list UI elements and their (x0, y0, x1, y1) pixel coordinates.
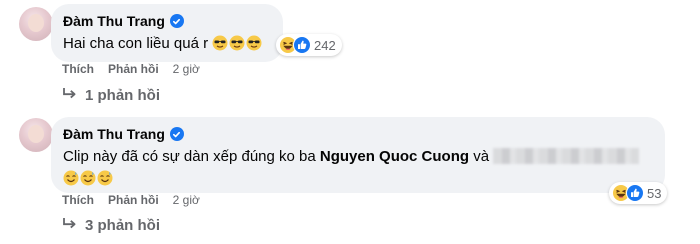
avatar[interactable] (19, 7, 53, 41)
reply-arrow-icon (62, 217, 77, 234)
like-link[interactable]: Thích (62, 62, 94, 76)
verified-badge-icon (169, 127, 184, 141)
comment-bubble: Đàm Thu Trang Hai cha con liều quá r (51, 4, 283, 62)
reaction-summary[interactable]: 53 (609, 182, 668, 204)
reaction-summary[interactable]: 242 (276, 34, 342, 56)
comment-author[interactable]: Đàm Thu Trang (63, 126, 165, 142)
like-link[interactable]: Thích (62, 193, 94, 207)
comment-text: Hai cha con liều quá r (63, 35, 209, 52)
blurred-mention (493, 148, 640, 164)
mention-link[interactable]: Nguyen Quoc Cuong (320, 148, 469, 165)
sweat-smile-emoji-icon (97, 170, 113, 192)
avatar[interactable] (19, 118, 53, 152)
reply-arrow-icon (62, 87, 77, 104)
sunglasses-emoji-icon (229, 35, 245, 57)
reaction-count: 53 (647, 185, 662, 201)
comment-actions: Thích Phản hồi 2 giờ (62, 62, 200, 76)
comment-bubble: Đàm Thu Trang Clip này đã có sự dàn xếp … (51, 117, 665, 193)
replies-count-label: 1 phản hồi (85, 87, 160, 104)
like-reaction-icon (626, 184, 644, 202)
timestamp[interactable]: 2 giờ (173, 193, 200, 207)
like-reaction-icon (293, 36, 311, 54)
reply-link[interactable]: Phản hồi (108, 193, 159, 207)
reaction-count: 242 (314, 37, 336, 53)
comment-actions: Thích Phản hồi 2 giờ (62, 193, 200, 207)
sweat-smile-emoji-icon (63, 170, 79, 192)
view-replies-link[interactable]: 1 phản hồi (62, 87, 160, 104)
comment-text: Clip này đã có sự dàn xếp đúng ko ba (63, 148, 320, 165)
replies-count-label: 3 phản hồi (85, 217, 160, 234)
comment-author[interactable]: Đàm Thu Trang (63, 13, 165, 29)
reply-link[interactable]: Phản hồi (108, 62, 159, 76)
timestamp[interactable]: 2 giờ (173, 62, 200, 76)
view-replies-link[interactable]: 3 phản hồi (62, 217, 160, 234)
sunglasses-emoji-icon (246, 35, 262, 57)
comment-text: và (469, 148, 490, 165)
sunglasses-emoji-icon (212, 35, 228, 57)
verified-badge-icon (169, 14, 184, 28)
sweat-smile-emoji-icon (80, 170, 96, 192)
